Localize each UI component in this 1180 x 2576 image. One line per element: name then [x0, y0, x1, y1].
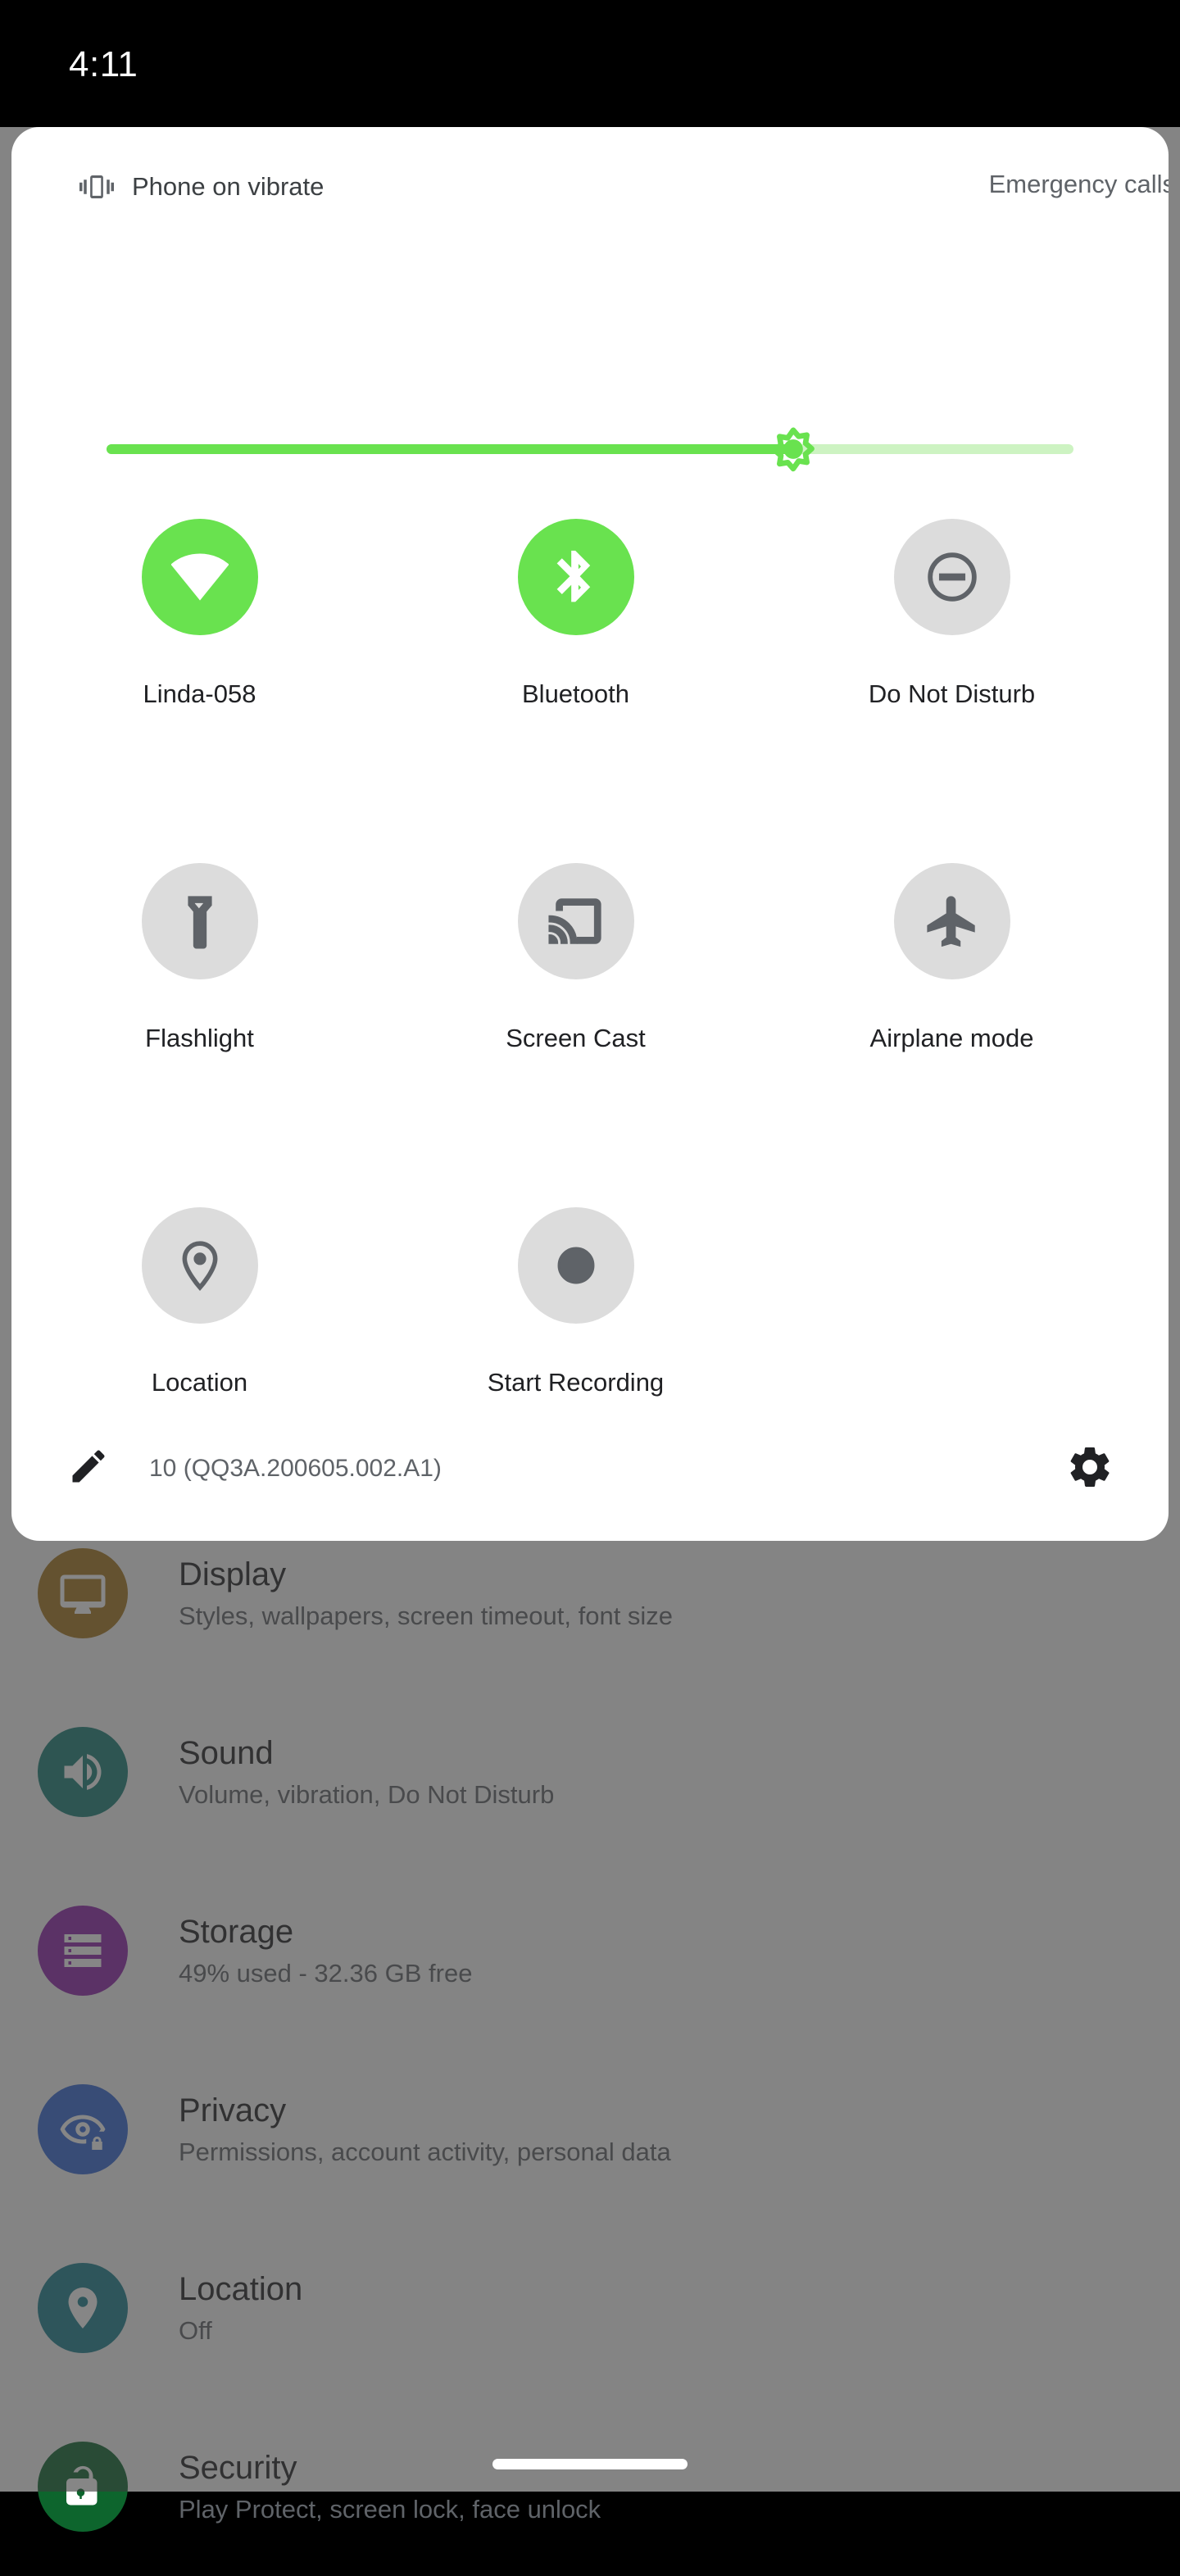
ringer-status-label: Phone on vibrate — [132, 172, 324, 201]
bluetooth-icon — [517, 519, 634, 635]
home-gesture-pill[interactable] — [492, 2459, 688, 2469]
gear-icon[interactable] — [1065, 1442, 1116, 1493]
tile-do-not-disturb[interactable]: Do Not Disturb — [764, 519, 1140, 863]
tile-wifi[interactable]: Linda-058 — [11, 519, 388, 863]
airplane-icon — [893, 863, 1010, 979]
pencil-edit-icon[interactable] — [67, 1445, 115, 1492]
wifi-icon — [141, 519, 258, 635]
tile-label: Screen Cast — [506, 1024, 646, 1052]
location-pin-icon — [141, 1207, 258, 1324]
tile-label: Linda-058 — [143, 679, 256, 708]
tile-row: Linda-058 Bluetooth Do Not Disturb — [11, 519, 1169, 863]
status-bar: 4:11 — [0, 0, 1180, 127]
quick-settings-header: Phone on vibrate Emergency calls — [11, 127, 1169, 225]
tile-label: Location — [151, 1368, 248, 1397]
tile-label: Airplane mode — [869, 1024, 1034, 1052]
tile-bluetooth[interactable]: Bluetooth — [388, 519, 764, 863]
quick-settings-footer: 10 (QQ3A.200605.002.A1) — [11, 1402, 1169, 1541]
flashlight-icon — [141, 863, 258, 979]
brightness-sun-icon[interactable] — [763, 419, 824, 479]
tile-flashlight[interactable]: Flashlight — [11, 863, 388, 1207]
tile-screen-cast[interactable]: Screen Cast — [388, 863, 764, 1207]
tile-row: Flashlight Screen Cast Airplane mode — [11, 863, 1169, 1207]
quick-settings-panel: Phone on vibrate Emergency calls Linda-0… — [11, 127, 1169, 1541]
build-number-label: 10 (QQ3A.200605.002.A1) — [149, 1455, 442, 1482]
status-bar-clock: 4:11 — [69, 44, 138, 84]
brightness-fill — [107, 444, 793, 454]
record-circle-icon — [517, 1207, 634, 1324]
tile-label: Bluetooth — [522, 679, 629, 708]
settings-row-subtitle: Play Protect, screen lock, face unlock — [179, 2494, 601, 2524]
vibrate-icon — [79, 170, 114, 204]
tile-label: Start Recording — [487, 1368, 665, 1397]
do-not-disturb-icon — [893, 519, 1010, 635]
cast-icon — [517, 863, 634, 979]
tile-label: Flashlight — [145, 1024, 254, 1052]
ringer-status: Phone on vibrate — [79, 170, 324, 204]
tile-airplane-mode[interactable]: Airplane mode — [764, 863, 1140, 1207]
carrier-status-label: Emergency calls — [988, 170, 1169, 198]
tile-label: Do Not Disturb — [868, 679, 1036, 708]
quick-settings-tile-grid: Linda-058 Bluetooth Do Not Disturb Flash… — [11, 519, 1169, 1541]
brightness-slider[interactable] — [107, 427, 1073, 472]
